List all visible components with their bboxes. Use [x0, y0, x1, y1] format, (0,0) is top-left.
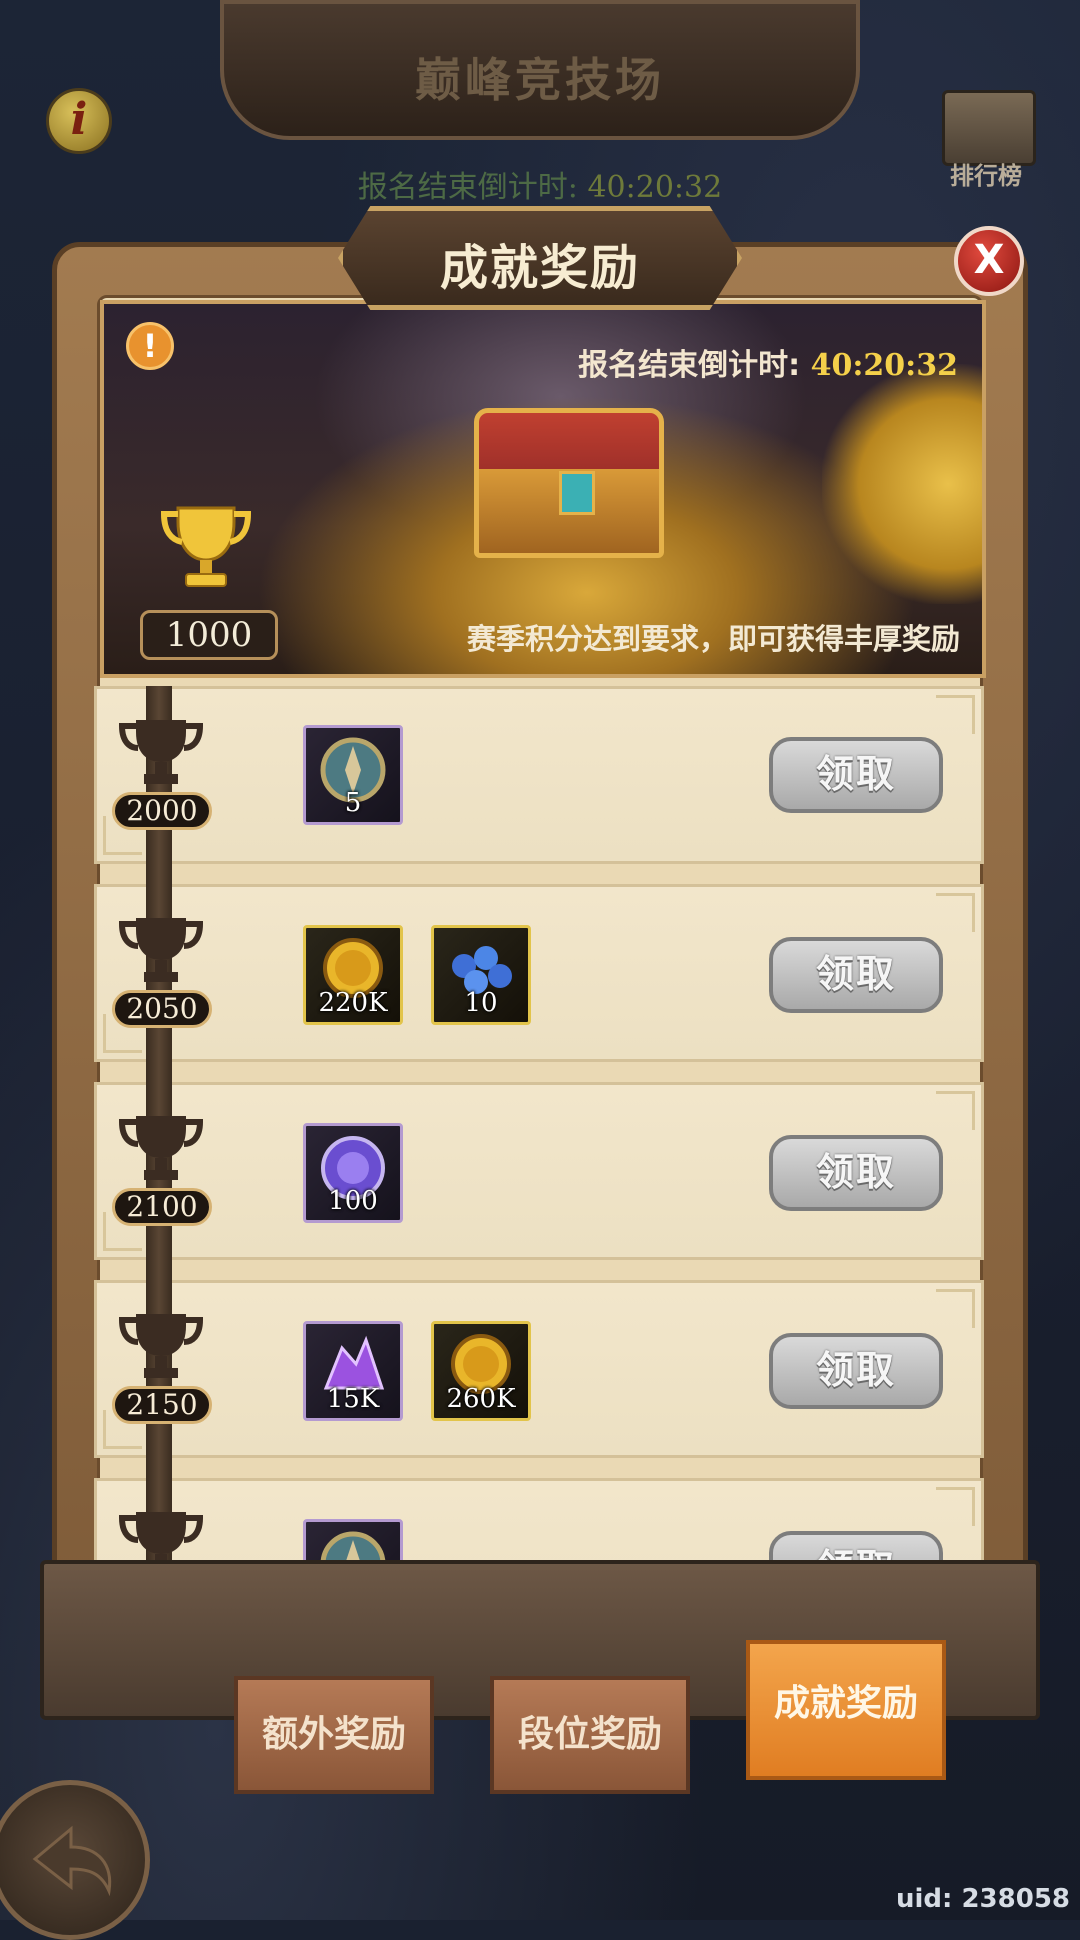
banner-countdown: 报名结束倒计时: 40:20:32 [578, 340, 958, 384]
claim-button[interactable]: 领取 [769, 1135, 943, 1211]
back-button[interactable] [0, 1780, 150, 1940]
gold-trophy-icon [160, 506, 252, 587]
arena-title-plate: 巅峰竞技场 [220, 0, 860, 140]
tab-rank-rewards[interactable]: 段位奖励 [490, 1676, 690, 1794]
info-icon: i [70, 94, 88, 145]
trophy-cup-icon [118, 720, 204, 784]
reward-item[interactable]: 100 [303, 1123, 403, 1223]
item-quantity: 100 [328, 1186, 378, 1216]
season-score: 1000 [140, 610, 278, 660]
reward-item[interactable]: 220K [303, 925, 403, 1025]
registration-countdown: 报名结束倒计时: 40:20:32 [0, 162, 1080, 206]
tab-achievement-rewards[interactable]: 成就奖励 [746, 1640, 946, 1780]
gold-pile-image [822, 364, 982, 604]
level-badge: 2050 [112, 990, 212, 1028]
item-quantity: 10 [464, 988, 498, 1018]
item-quantity: 15K [326, 1384, 380, 1414]
reward-item[interactable]: 10 [431, 925, 531, 1025]
reward-row: 100 领取 [94, 1082, 984, 1260]
reward-row: 220K 10 领取 [94, 884, 984, 1062]
reward-row: 15K 260K 领取 [94, 1280, 984, 1458]
countdown-label: 报名结束倒计时: [357, 170, 588, 205]
treasure-chest-image [474, 408, 664, 558]
claim-button[interactable]: 领取 [769, 937, 943, 1013]
back-arrow-icon [32, 1825, 112, 1897]
arena-title: 巅峰竞技场 [415, 53, 665, 107]
reward-banner: ! 报名结束倒计时: 40:20:32 1000 赛季积分达到要求，即可获得丰厚… [100, 300, 986, 678]
info-button[interactable]: i [46, 88, 112, 154]
alert-icon[interactable]: ! [126, 322, 174, 370]
trophy-cup-icon [118, 1116, 204, 1180]
chest-lock [559, 471, 595, 515]
panel-title: 成就奖励 [439, 240, 640, 296]
item-quantity: 5 [344, 788, 362, 818]
trophy-cup-icon [118, 918, 204, 982]
banner-countdown-label: 报名结束倒计时: [578, 348, 811, 383]
item-quantity: 260K [446, 1384, 516, 1414]
item-quantity: 220K [318, 988, 388, 1018]
close-button[interactable]: X [954, 226, 1024, 296]
level-badge: 2000 [112, 792, 212, 830]
banner-countdown-value: 40:20:32 [810, 348, 958, 383]
tab-extra-rewards[interactable]: 额外奖励 [234, 1676, 434, 1794]
banner-description: 赛季积分达到要求，即可获得丰厚奖励 [466, 622, 960, 656]
trophy-cup-icon [118, 1314, 204, 1378]
podium-icon [942, 90, 1036, 166]
reward-item[interactable]: 260K [431, 1321, 531, 1421]
claim-button[interactable]: 领取 [769, 737, 943, 813]
claim-button[interactable]: 领取 [769, 1333, 943, 1409]
reward-list[interactable]: 5 领取 220K 10 领取 100 领取 15K 260K 领取 2000 … [94, 686, 984, 1636]
reward-item[interactable]: 5 [303, 725, 403, 825]
level-badge: 2100 [112, 1188, 212, 1226]
reward-row: 5 领取 [94, 686, 984, 864]
user-id: uid: 238058 [895, 1884, 1070, 1914]
level-badge: 2150 [112, 1386, 212, 1424]
countdown-value: 40:20:32 [587, 170, 723, 205]
reward-item[interactable]: 15K [303, 1321, 403, 1421]
